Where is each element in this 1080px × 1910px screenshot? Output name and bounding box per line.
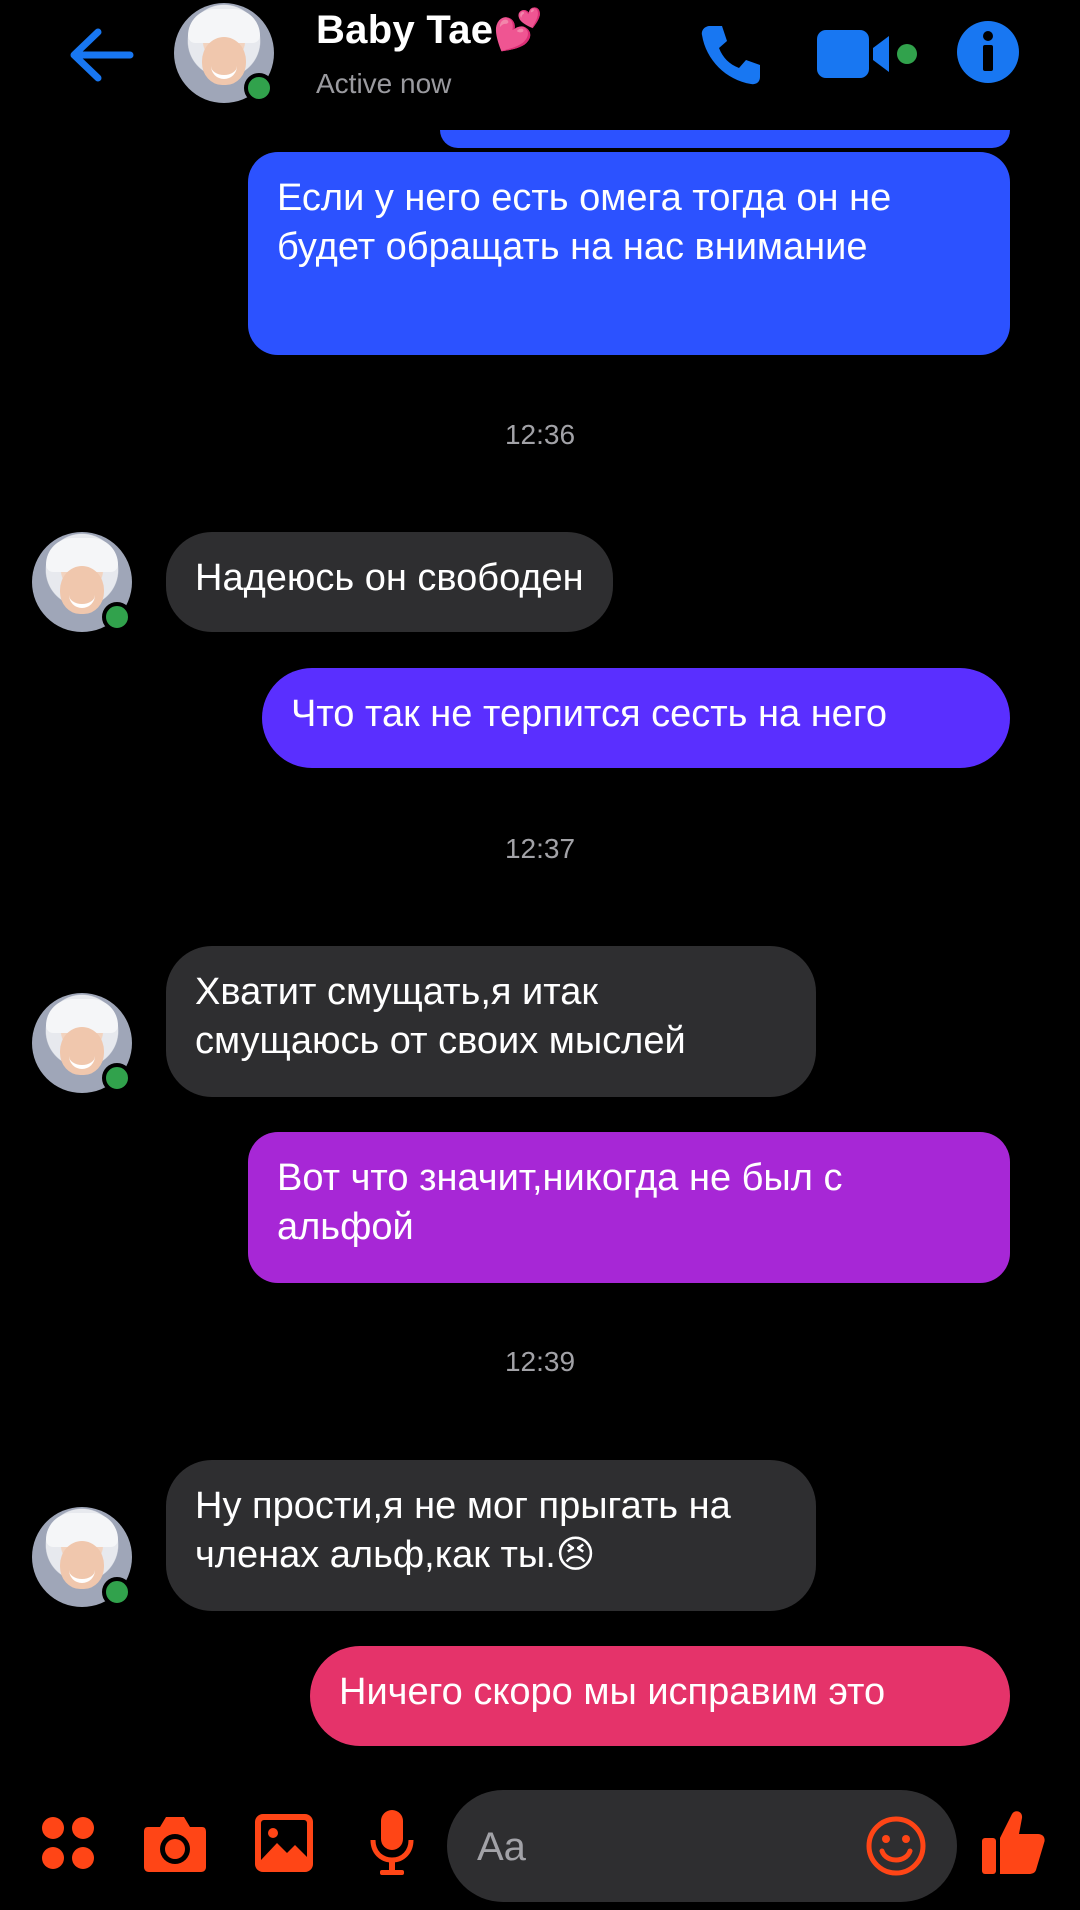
online-indicator (102, 1063, 132, 1093)
back-arrow-icon (70, 28, 134, 82)
like-button[interactable] (980, 1808, 1046, 1883)
thumbs-up-icon (982, 1811, 1045, 1874)
apps-button[interactable] (40, 1815, 96, 1876)
online-indicator (244, 73, 274, 103)
messenger-chat-screen: Baby Tae💕 Active now Если у него есть ом… (0, 0, 1080, 1910)
microphone-icon (370, 1810, 414, 1875)
received-message[interactable]: Надеюсь он свободен (166, 532, 613, 632)
sent-message[interactable]: Вот что значит,никогда не был с альфой (248, 1132, 1010, 1283)
apps-icon (42, 1817, 94, 1869)
camera-icon (144, 1817, 206, 1872)
voice-call-button[interactable] (696, 20, 766, 95)
video-call-button[interactable] (815, 26, 920, 87)
info-icon (957, 21, 1019, 83)
received-message[interactable]: Хватит смущать,я итак смущаюсь от своих … (166, 946, 816, 1097)
gallery-icon (255, 1814, 313, 1872)
camera-button[interactable] (142, 1811, 208, 1880)
contact-name[interactable]: Baby Tae💕 (316, 6, 543, 53)
contact-avatar[interactable] (174, 3, 274, 103)
contact-avatar-small[interactable] (32, 993, 132, 1093)
message-timestamp: 12:37 (504, 833, 576, 864)
persevering-face-emoji: 😣 (555, 1534, 596, 1576)
contact-status: Active now (316, 68, 452, 99)
video-camera-icon (817, 30, 917, 78)
message-timestamp: 12:36 (504, 419, 576, 450)
emoji-button[interactable] (865, 1815, 927, 1882)
info-button[interactable] (956, 20, 1020, 89)
gallery-button[interactable] (253, 1812, 315, 1879)
contact-avatar-small[interactable] (32, 532, 132, 632)
back-button[interactable] (62, 20, 142, 90)
online-indicator (102, 602, 132, 632)
contact-avatar-small[interactable] (32, 1507, 132, 1607)
message-input[interactable] (475, 1810, 849, 1884)
chat-header: Baby Tae💕 Active now (0, 0, 1080, 115)
received-message[interactable]: Ну прости,я не мог прыгать на членах аль… (166, 1460, 816, 1611)
message-composer[interactable] (447, 1790, 957, 1902)
sent-message[interactable]: Ничего скоро мы исправим это (310, 1646, 1010, 1746)
voice-message-button[interactable] (370, 1808, 414, 1883)
sent-message[interactable]: Что так не терпится сесть на него (262, 668, 1010, 768)
previous-message-bubble (440, 130, 1010, 148)
hearts-emoji: 💕 (493, 8, 544, 52)
phone-icon (701, 26, 760, 85)
message-timestamp: 12:39 (504, 1346, 576, 1377)
emoji-icon (866, 1816, 926, 1876)
sent-message[interactable]: Если у него есть омега тогда он не будет… (248, 152, 1010, 355)
online-indicator (102, 1577, 132, 1607)
